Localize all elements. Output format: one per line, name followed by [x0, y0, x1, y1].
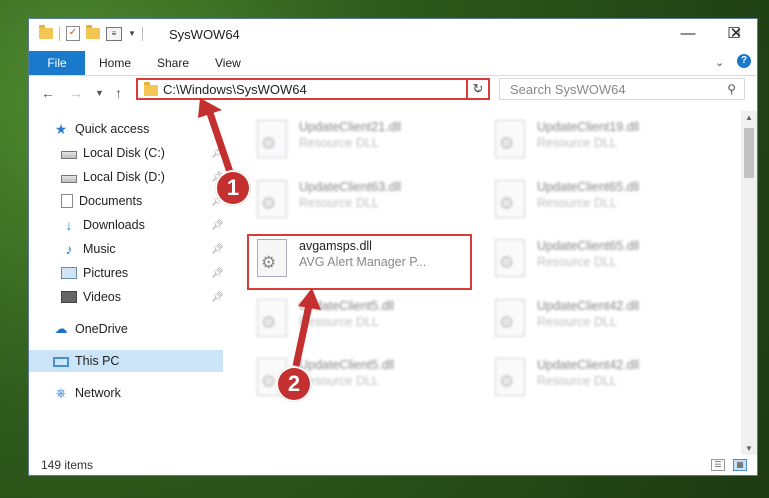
step-1-badge: 1: [215, 170, 251, 206]
annotation-arrows: [198, 98, 321, 367]
step-2-badge: 2: [276, 366, 312, 402]
arrow-2-shaft: [292, 304, 313, 367]
arrow-1-shaft: [206, 111, 236, 180]
arrow-2-head: [298, 288, 321, 310]
